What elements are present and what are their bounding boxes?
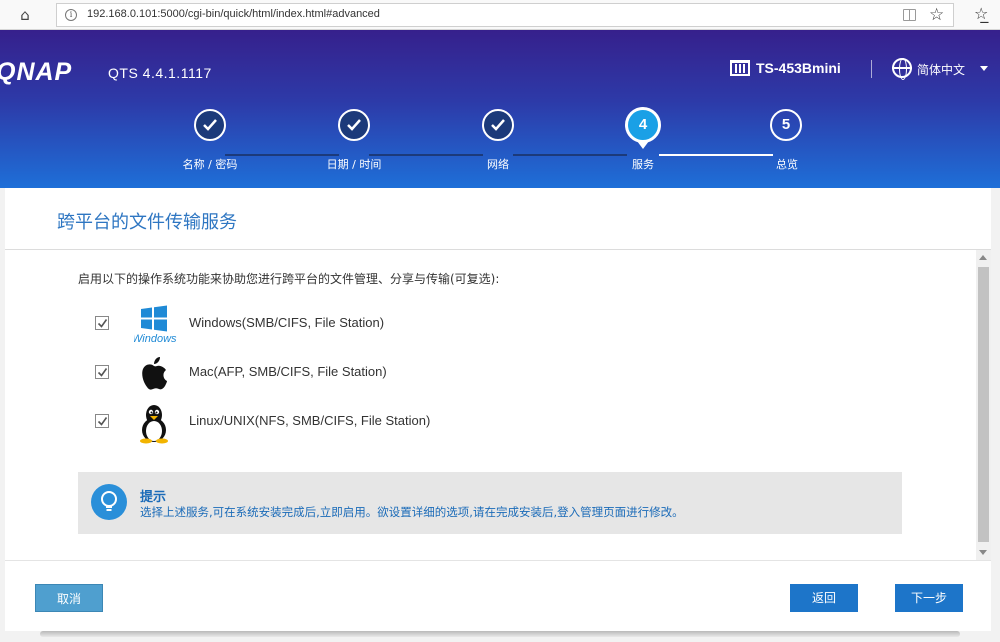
- windows-checkbox[interactable]: [95, 316, 109, 330]
- next-button[interactable]: 下一步: [895, 584, 963, 612]
- header-divider: [871, 60, 872, 78]
- title-divider: [5, 249, 991, 250]
- page-title: 跨平台的文件传输服务: [57, 212, 237, 233]
- content-panel: 跨平台的文件传输服务 启用以下的操作系统功能来协助您进行跨平台的文件管理、分享与…: [5, 188, 991, 631]
- step-4-active: 4: [625, 107, 661, 143]
- url-text[interactable]: 192.168.0.101:5000/cgi-bin/quick/html/in…: [87, 8, 380, 20]
- home-icon[interactable]: ⌂: [14, 5, 36, 25]
- mac-checkbox[interactable]: [95, 365, 109, 379]
- checkmark-icon: [97, 417, 108, 426]
- qnap-logo: QNAP: [0, 58, 73, 86]
- back-button[interactable]: 返回: [790, 584, 858, 612]
- chevron-down-icon[interactable]: [980, 66, 988, 71]
- firmware-version: QTS 4.4.1.1117: [108, 65, 212, 81]
- check-icon: [347, 119, 361, 131]
- step-5-todo: 5: [770, 109, 802, 141]
- option-windows[interactable]: Windows Windows(SMB/CIFS, File Station): [78, 304, 678, 345]
- window-shadow: [40, 631, 960, 637]
- option-mac[interactable]: Mac(AFP, SMB/CIFS, File Station): [78, 353, 678, 393]
- check-icon: [203, 119, 217, 131]
- cancel-button[interactable]: 取消: [35, 584, 103, 612]
- apple-logo-icon: [134, 353, 174, 393]
- checkmark-icon: [97, 319, 108, 328]
- hub-icon[interactable]: ☆̲: [974, 4, 988, 23]
- linux-checkbox[interactable]: [95, 414, 109, 428]
- footer-divider: [5, 560, 991, 561]
- tip-text: 选择上述服务,可在系统安装完成后,立即启用。欲设置详细的选项,请在完成安装后,登…: [140, 505, 684, 519]
- scroll-down-icon[interactable]: [979, 550, 987, 555]
- scroll-up-icon[interactable]: [979, 255, 987, 260]
- address-bar[interactable]: i 192.168.0.101:5000/cgi-bin/quick/html/…: [56, 3, 954, 27]
- step-1-done: [194, 109, 226, 141]
- step-1-label: 名称 / 密码: [182, 158, 238, 171]
- server-icon: [730, 60, 750, 76]
- globe-icon[interactable]: [892, 58, 912, 80]
- windows-label: Windows(SMB/CIFS, File Station): [189, 315, 385, 330]
- step-2-label: 日期 / 时间: [326, 158, 382, 171]
- info-icon[interactable]: i: [65, 9, 77, 21]
- svg-text:Windows: Windows: [134, 333, 177, 344]
- active-step-pointer: [637, 141, 649, 149]
- device-model: TS-453Bmini: [730, 60, 841, 76]
- reader-view-icon[interactable]: [903, 9, 916, 21]
- windows-logo-icon: Windows: [132, 304, 177, 345]
- star-icon[interactable]: ☆: [929, 5, 944, 25]
- language-selector[interactable]: 简体中文: [917, 61, 965, 78]
- linux-label: Linux/UNIX(NFS, SMB/CIFS, File Station): [189, 413, 431, 428]
- linux-tux-icon: [134, 402, 174, 444]
- intro-text: 启用以下的操作系统功能来协助您进行跨平台的文件管理、分享与传输(可复选):: [78, 272, 500, 286]
- tip-box: 提示 选择上述服务,可在系统安装完成后,立即启用。欲设置详细的选项,请在完成安装…: [78, 472, 902, 534]
- scrollbar-thumb[interactable]: [978, 267, 989, 542]
- browser-toolbar: ⌂ i 192.168.0.101:5000/cgi-bin/quick/htm…: [0, 0, 1000, 30]
- step-3-label: 网络: [487, 158, 509, 171]
- option-linux[interactable]: Linux/UNIX(NFS, SMB/CIFS, File Station): [78, 402, 678, 444]
- checkmark-icon: [97, 368, 108, 377]
- device-model-label: TS-453Bmini: [756, 60, 841, 76]
- check-icon: [491, 119, 505, 131]
- step-5-label: 总览: [776, 158, 798, 171]
- step-3-done: [482, 109, 514, 141]
- scrollbar[interactable]: [976, 250, 991, 560]
- mac-label: Mac(AFP, SMB/CIFS, File Station): [189, 364, 387, 379]
- tip-title: 提示: [140, 490, 167, 505]
- step-4-label: 服务: [632, 158, 654, 171]
- step-2-done: [338, 109, 370, 141]
- lightbulb-icon: [91, 484, 127, 520]
